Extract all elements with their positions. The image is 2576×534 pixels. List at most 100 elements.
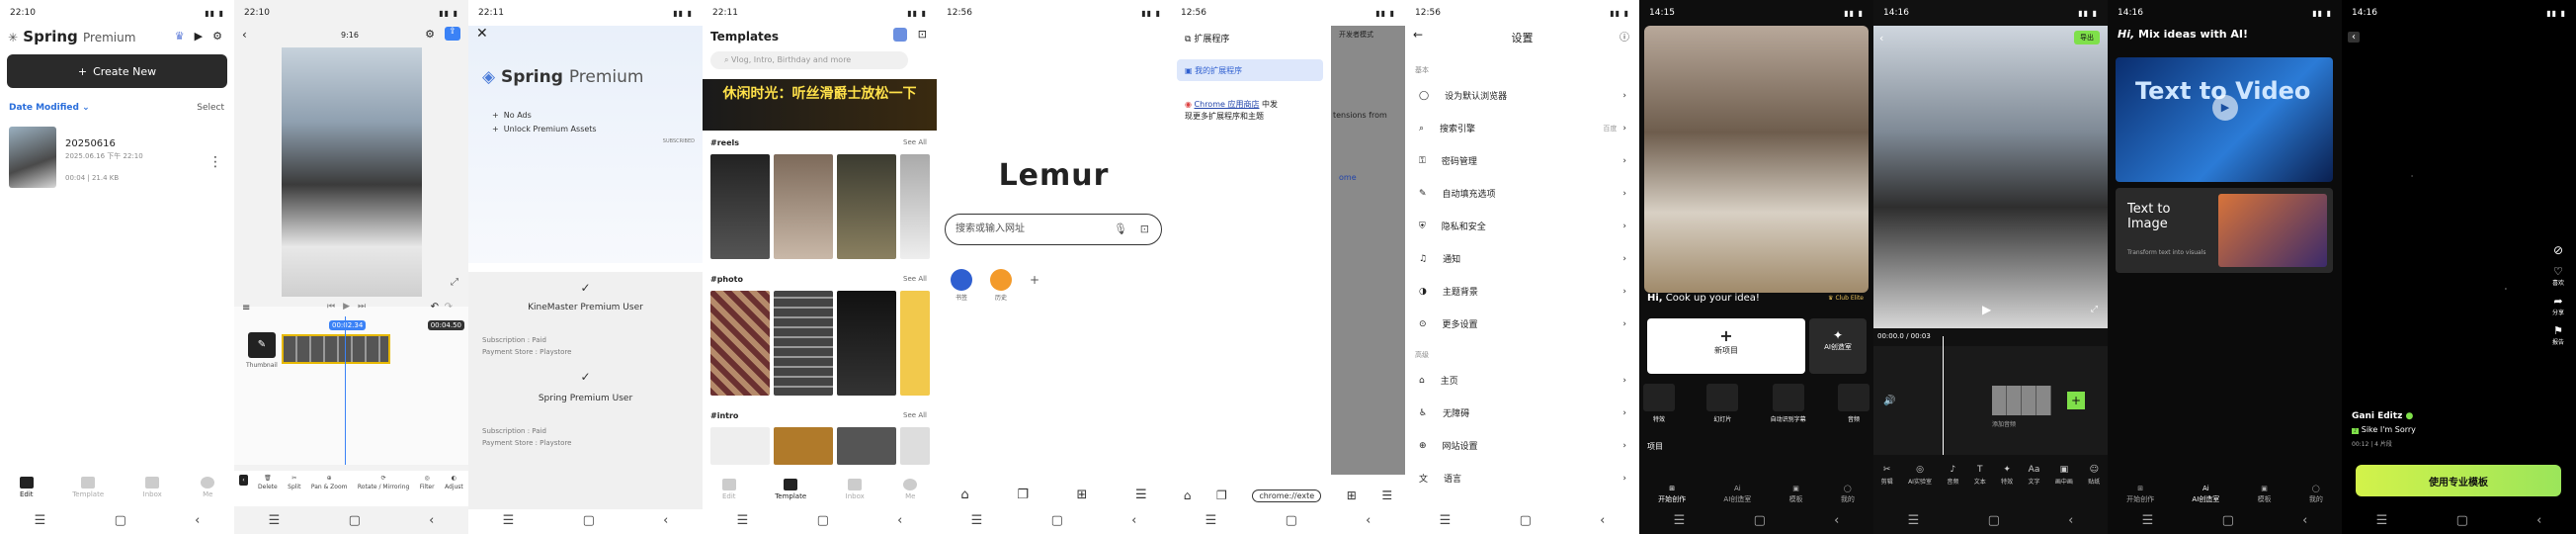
chrome-store-link[interactable]: Chrome 应用商店 xyxy=(1195,100,1260,109)
share-button[interactable]: ➦ 分享 xyxy=(2552,295,2564,316)
shortcut-bookmarks[interactable]: 书签 xyxy=(951,269,972,302)
menu-icon[interactable]: ☰ xyxy=(503,513,515,528)
fullscreen-icon[interactable]: ⤢ xyxy=(2091,305,2098,314)
aspect-ratio[interactable]: 9:16 xyxy=(341,31,359,40)
back-icon[interactable]: ‹ xyxy=(1131,513,1136,528)
back-icon[interactable]: ‹ xyxy=(1366,513,1371,528)
back-arrow-icon[interactable]: ‹ xyxy=(2348,32,2360,43)
volume-icon[interactable]: 🔊 xyxy=(1883,396,1895,406)
menu-icon[interactable]: ☰ xyxy=(1135,488,1147,502)
club-badge[interactable]: ♛ Club Elite xyxy=(1828,295,1864,302)
editor-tool[interactable]: ▣ 画中画 xyxy=(2055,465,2073,486)
undo-icon[interactable]: ↶ xyxy=(431,302,439,312)
playhead[interactable] xyxy=(345,316,346,465)
settings-item[interactable]: ⊕ 网站设置 › xyxy=(1419,439,1626,453)
menu-icon[interactable]: ☰ xyxy=(2376,513,2388,528)
tab-templates[interactable]: ▣ 模板 xyxy=(2258,485,2272,504)
template-card[interactable] xyxy=(900,154,930,259)
see-all-reels[interactable]: See All xyxy=(903,138,927,146)
project-name[interactable]: 20250616 xyxy=(65,138,116,149)
gear-icon[interactable]: ⚙ xyxy=(212,30,222,43)
see-all-intro[interactable]: See All xyxy=(903,411,927,419)
settings-item[interactable]: ◑ 主题背景 › xyxy=(1419,285,1626,299)
editor-tool[interactable]: ✂ 剪辑 xyxy=(1881,465,1893,486)
tab-inbox[interactable]: Inbox xyxy=(143,477,162,498)
home-icon[interactable]: ▢ xyxy=(1988,513,2000,528)
template-card[interactable] xyxy=(837,154,896,259)
template-card[interactable] xyxy=(774,154,833,259)
template-card[interactable] xyxy=(774,427,833,465)
home-icon[interactable]: ▢ xyxy=(817,513,829,528)
menu-icon[interactable]: ☰ xyxy=(269,513,281,528)
project-thumbnail[interactable] xyxy=(9,127,56,188)
tool-rotate[interactable]: ⟳ Rotate / Mirroring xyxy=(358,471,409,506)
home-icon[interactable]: ⌂ xyxy=(1184,489,1192,502)
tab-template[interactable]: Template xyxy=(72,477,104,498)
tab-me[interactable]: Me xyxy=(201,477,215,498)
tool-auto-captions[interactable]: 自动识别字幕 xyxy=(1771,384,1806,423)
menu-icon[interactable]: ☰ xyxy=(1205,513,1217,528)
tool-delete[interactable]: 🗑 Delete xyxy=(258,471,278,506)
back-icon[interactable]: ‹ xyxy=(1600,513,1605,528)
settings-item[interactable]: ✎ 自动填充选项 › xyxy=(1419,187,1626,201)
settings-item[interactable]: ♫ 通知 › xyxy=(1419,252,1626,266)
new-project-button[interactable]: + 新项目 xyxy=(1647,318,1805,374)
template-card[interactable] xyxy=(710,427,770,465)
tool-split[interactable]: ✂ Split xyxy=(288,471,300,506)
home-icon[interactable]: ▢ xyxy=(1051,513,1063,528)
use-template-button[interactable]: 使用专业模板 xyxy=(2356,465,2561,496)
editor-tool[interactable]: ✦ 特效 xyxy=(2001,465,2013,486)
crown-icon[interactable]: ♛ xyxy=(175,30,185,43)
grid-icon[interactable]: ⊞ xyxy=(1076,488,1087,502)
tool-slideshow[interactable]: 幻灯片 xyxy=(1706,384,1739,423)
menu-icon[interactable]: ☰ xyxy=(1440,513,1452,528)
home-icon[interactable]: ▢ xyxy=(583,513,595,528)
back-icon[interactable]: ‹ xyxy=(1834,513,1839,528)
back-arrow-icon[interactable]: ‹ xyxy=(242,28,247,42)
menu-icon[interactable]: ☰ xyxy=(737,513,749,528)
template-card[interactable] xyxy=(837,427,896,465)
promo-banner[interactable]: 休闲时光：听丝滑爵士放松一下 xyxy=(703,79,937,131)
home-icon[interactable]: ▢ xyxy=(349,513,361,528)
see-all-photo[interactable]: See All xyxy=(903,275,927,283)
back-icon[interactable]: ‹ xyxy=(195,513,200,528)
settings-item[interactable]: ⌂ 主页 › xyxy=(1419,374,1626,388)
editor-tool[interactable]: ◎ AI实验室 xyxy=(1908,465,1932,486)
tool-effects[interactable]: 特效 xyxy=(1643,384,1675,423)
menu-icon[interactable]: ☰ xyxy=(1908,513,1920,528)
video-preview[interactable] xyxy=(1873,26,2108,328)
tab-inbox[interactable]: Inbox xyxy=(846,479,865,500)
add-clip-button[interactable]: + xyxy=(2067,392,2085,409)
select-button[interactable]: Select xyxy=(197,103,224,113)
address-bar[interactable]: 搜索或输入网址 🎙 ⊡ xyxy=(945,214,1162,245)
gear-icon[interactable]: ⚙ xyxy=(425,28,435,41)
template-card[interactable] xyxy=(900,427,930,465)
video-preview[interactable] xyxy=(282,47,422,297)
bookmark-icon[interactable]: ⊡ xyxy=(918,28,927,41)
back-icon[interactable]: ‹ xyxy=(2068,513,2073,528)
tab-me[interactable]: ◯ 我的 xyxy=(2309,485,2323,504)
create-new-button[interactable]: + Create New xyxy=(7,54,227,88)
youtube-icon[interactable]: ▶ xyxy=(195,30,203,43)
edit-thumbnail-button[interactable]: ✎ xyxy=(248,332,276,358)
video-preview[interactable] xyxy=(2342,26,2576,401)
back-icon[interactable]: ‹ xyxy=(2536,513,2541,528)
close-icon[interactable]: ✕ xyxy=(476,26,488,42)
menu-icon[interactable]: ☰ xyxy=(1674,513,1686,528)
editor-tool[interactable]: T 文本 xyxy=(1974,465,1986,486)
home-icon[interactable]: ▢ xyxy=(1520,513,1532,528)
home-icon[interactable]: ▢ xyxy=(2222,513,2234,528)
hero-image[interactable] xyxy=(1644,26,1869,293)
settings-item[interactable]: ⊙ 更多设置 › xyxy=(1419,317,1626,331)
template-card[interactable] xyxy=(710,154,770,259)
text-to-video-card[interactable]: Text to Video ▶ xyxy=(2116,57,2333,182)
settings-item[interactable]: ⌕ 搜索引擎 百度 › xyxy=(1419,122,1626,135)
tool-filter[interactable]: ◎ Filter xyxy=(420,471,435,506)
play-icon[interactable]: ▶ xyxy=(343,302,350,312)
layers-icon[interactable]: ≡ xyxy=(242,303,250,313)
tool-audio[interactable]: 音频 xyxy=(1838,384,1870,423)
home-icon[interactable]: ▢ xyxy=(115,513,126,528)
add-audio-label[interactable]: 添加音频 xyxy=(1992,419,2016,428)
tab-create[interactable]: ⊞ 开始创作 xyxy=(1658,485,1686,504)
tool-pan-zoom[interactable]: ⊕ Pan & Zoom xyxy=(311,471,348,506)
